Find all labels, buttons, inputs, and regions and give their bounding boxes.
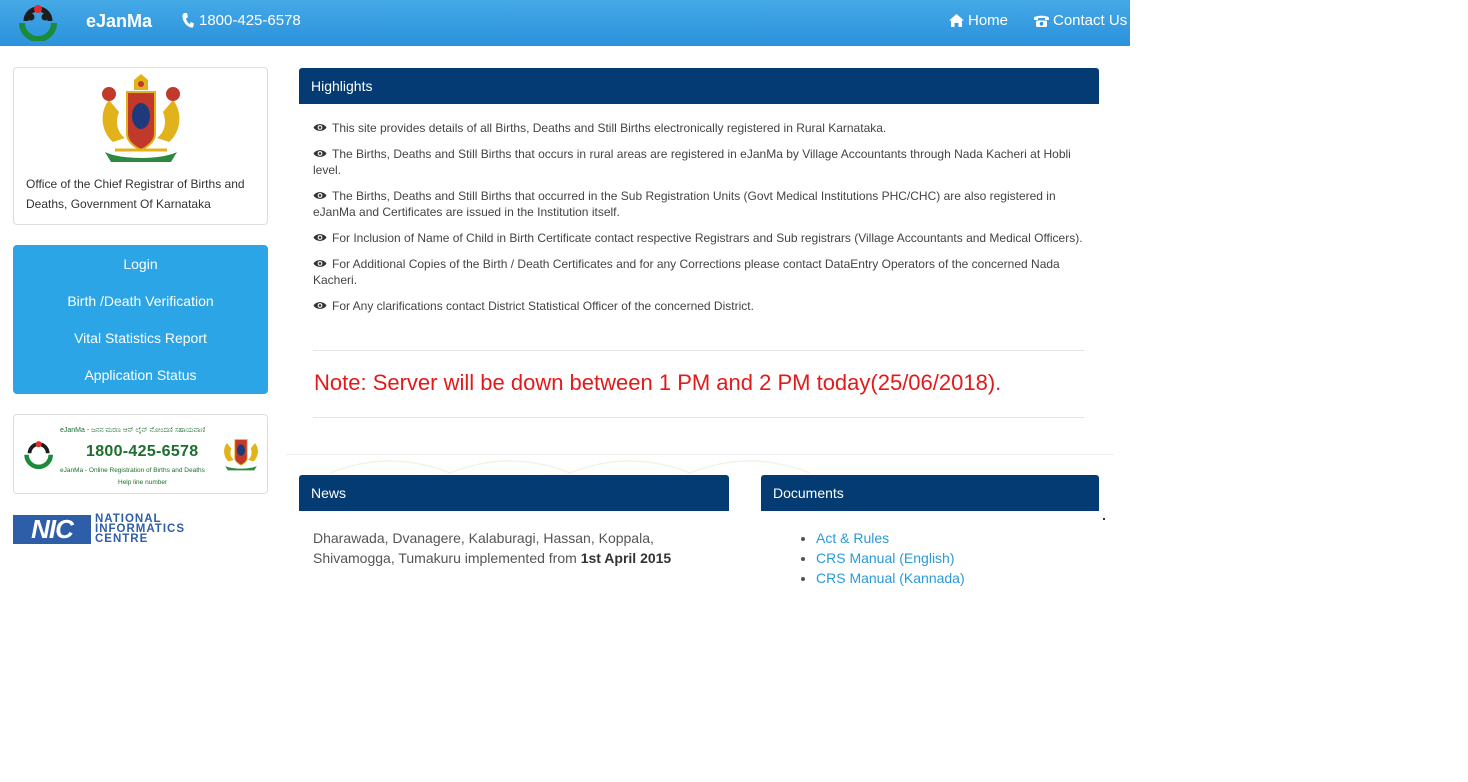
- link-crs-manual-english[interactable]: CRS Manual (English): [816, 550, 955, 566]
- highlight-text: For Any clarifications contact District …: [332, 299, 754, 313]
- highlight-text: This site provides details of all Births…: [332, 121, 887, 135]
- list-item: The Births, Deaths and Still Births that…: [313, 146, 1088, 178]
- highlight-text: The Births, Deaths and Still Births that…: [313, 189, 1056, 219]
- nic-logo-abbr: NIC: [13, 515, 91, 544]
- documents-list: Act & Rules CRS Manual (English) CRS Man…: [800, 528, 965, 588]
- news-line: Shivamogga, Tumakuru implemented from 1s…: [313, 548, 713, 568]
- list-item: This site provides details of all Births…: [313, 120, 1088, 136]
- nic-logo[interactable]: NIC NATIONAL INFORMATICS CENTRE: [13, 513, 213, 546]
- nav-contact-link[interactable]: Contact Us: [1033, 12, 1127, 29]
- eye-icon: [313, 192, 327, 199]
- helpline-phone: 1800-425-6578: [181, 12, 301, 29]
- news-line: Dharawada, Dvanagere, Kalaburagi, Hassan…: [313, 530, 654, 546]
- eye-icon: [313, 124, 327, 131]
- nic-logo-text: NATIONAL INFORMATICS CENTRE: [95, 513, 185, 545]
- list-item: For Any clarifications contact District …: [313, 298, 1088, 314]
- menu-item-vital-statistics-report[interactable]: Vital Statistics Report: [13, 330, 268, 346]
- news-header: News: [299, 475, 729, 511]
- decorative-pattern-icon: [330, 460, 810, 474]
- helpline-banner-number: 1800-425-6578: [86, 443, 199, 460]
- nic-line-3: CENTRE: [95, 533, 149, 545]
- divider: [313, 417, 1084, 418]
- nav-home-label: Home: [968, 12, 1009, 29]
- brand-name[interactable]: eJanMa: [86, 11, 152, 32]
- list-item: CRS Manual (English): [816, 548, 965, 568]
- highlights-header: Highlights: [299, 68, 1099, 104]
- helpline-banner[interactable]: eJanMa - ಜನನ ಮರಣ ಆನ್ ಲೈನ್ ನೋಂದಣಿ ಸಹಾಯವಾಣ…: [13, 414, 268, 494]
- ejanma-logo-icon: [24, 441, 53, 470]
- news-ticker: Dharawada, Dvanagere, Kalaburagi, Hassan…: [299, 511, 729, 601]
- karnataka-emblem-icon: [224, 439, 258, 471]
- helpline-banner-help: Help line number: [118, 479, 168, 486]
- server-down-note: Note: Server will be down between 1 PM a…: [314, 370, 1002, 395]
- karnataka-emblem-icon: [102, 74, 180, 162]
- highlights-list: This site provides details of all Births…: [313, 120, 1088, 324]
- eye-icon: [313, 234, 327, 241]
- highlight-text: For Inclusion of Name of Child in Birth …: [332, 231, 1083, 245]
- divider: [313, 350, 1084, 351]
- list-item: For Inclusion of Name of Child in Birth …: [313, 230, 1088, 246]
- list-item: The Births, Deaths and Still Births that…: [313, 188, 1088, 220]
- home-icon: [949, 14, 964, 27]
- menu-item-birth-death-verification[interactable]: Birth /Death Verification: [13, 293, 268, 309]
- highlight-text: For Additional Copies of the Birth / Dea…: [313, 257, 1060, 287]
- eye-icon: [313, 302, 327, 309]
- menu-item-application-status[interactable]: Application Status: [13, 367, 268, 383]
- helpline-banner-title: eJanMa - ಜನನ ಮರಣ ಆನ್ ಲೈನ್ ನೋಂದಣಿ ಸಹಾಯವಾಣ…: [60, 427, 206, 434]
- office-card: Office of the Chief Registrar of Births …: [13, 67, 268, 225]
- highlight-text: The Births, Deaths and Still Births that…: [313, 147, 1071, 177]
- list-item: Act & Rules: [816, 528, 965, 548]
- list-item: For Additional Copies of the Birth / Dea…: [313, 256, 1088, 288]
- link-act-rules[interactable]: Act & Rules: [816, 530, 889, 546]
- documents-header: Documents: [761, 475, 1099, 511]
- news-fade: [299, 511, 729, 525]
- eye-icon: [313, 260, 327, 267]
- phone-icon: [182, 13, 194, 28]
- office-description: Office of the Chief Registrar of Births …: [26, 177, 245, 211]
- telephone-icon: [1034, 15, 1049, 27]
- nav-home-link[interactable]: Home: [948, 12, 1008, 29]
- top-navbar: eJanMa 1800-425-6578 Home Contact Us: [0, 0, 1130, 46]
- list-item: CRS Manual (Kannada): [816, 568, 965, 588]
- phone-number: 1800-425-6578: [199, 12, 301, 29]
- ejanma-logo-icon[interactable]: [16, 3, 61, 41]
- sidebar-menu: Login Birth /Death Verification Vital St…: [13, 245, 268, 394]
- eye-icon: [313, 150, 327, 157]
- nav-contact-label: Contact Us: [1053, 12, 1128, 29]
- decorative-dot: [1103, 518, 1105, 520]
- menu-item-login[interactable]: Login: [13, 256, 268, 272]
- news-line-text: Shivamogga, Tumakuru implemented from: [313, 550, 581, 566]
- link-crs-manual-kannada[interactable]: CRS Manual (Kannada): [816, 570, 965, 586]
- news-line-date: 1st April 2015: [580, 550, 672, 566]
- helpline-banner-subtitle: eJanMa - Online Registration of Births a…: [60, 467, 205, 474]
